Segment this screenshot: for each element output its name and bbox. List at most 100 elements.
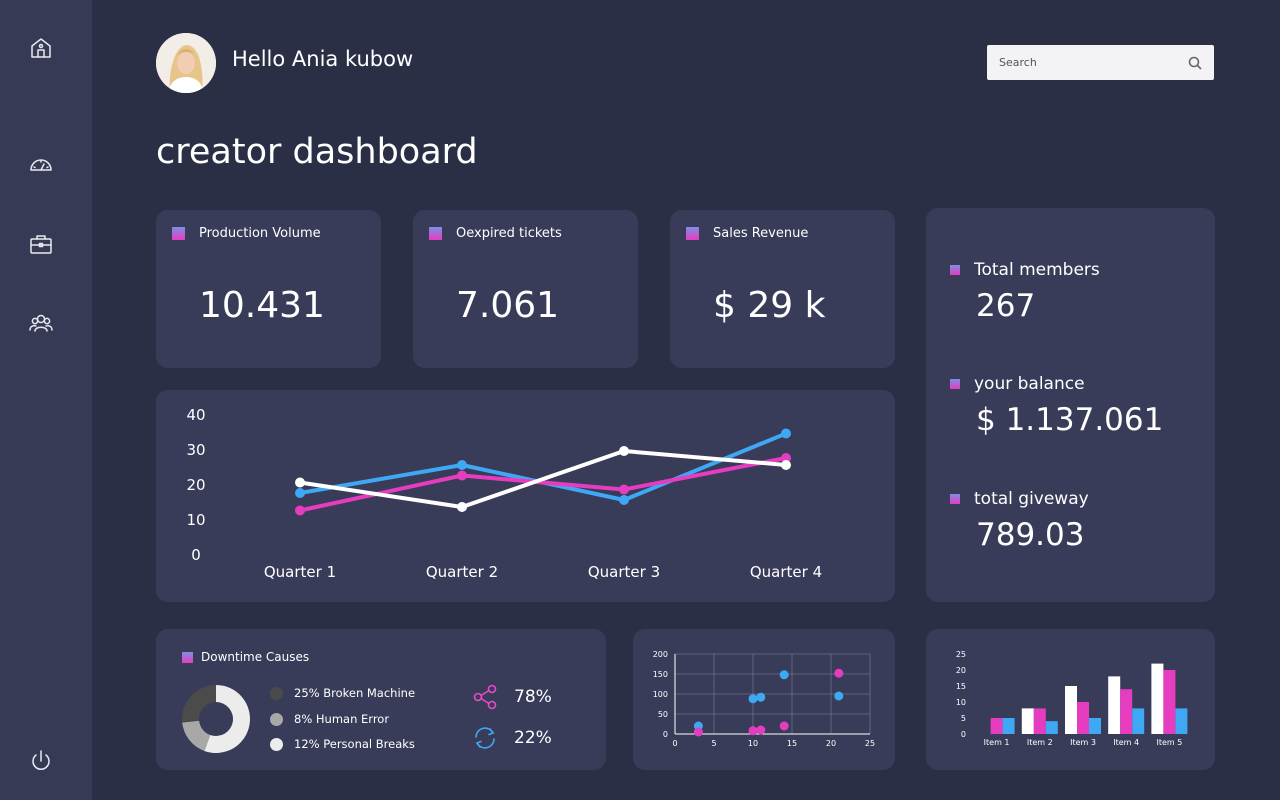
x-tick-label: Item 1	[984, 738, 1010, 747]
downtime-title: Downtime Causes	[201, 650, 310, 664]
legend-square-icon	[950, 494, 960, 504]
x-tick-label: 10	[748, 739, 758, 748]
x-tick-label: Item 2	[1027, 738, 1053, 747]
legend-dot	[270, 686, 283, 700]
line-point	[295, 505, 305, 516]
stat-label: Oexpired tickets	[456, 226, 562, 241]
home-icon[interactable]	[26, 33, 56, 63]
y-tick-label: 0	[961, 730, 966, 739]
scatter-point	[693, 727, 703, 737]
bar	[990, 718, 1003, 734]
y-tick-label: 0	[663, 730, 668, 739]
bar	[1045, 721, 1058, 734]
bar-chart-card: 0 5 10 15 20 25 Item 1 Item 2 Item 3 Item 4 Item 5	[926, 629, 1215, 770]
scatter-point	[779, 721, 789, 731]
metric-value: 78%	[514, 687, 552, 707]
page-title: creator dashboard	[156, 132, 478, 172]
line-point	[457, 460, 467, 470]
legend-item: 8% Human Error	[270, 712, 389, 726]
briefcase-icon[interactable]	[26, 229, 56, 259]
stat-label: Sales Revenue	[713, 226, 809, 241]
share-icon[interactable]	[472, 684, 498, 710]
scatter-chart: 0 5 10 15 20 25 0 50 100 150 200	[653, 650, 875, 748]
bar	[1089, 718, 1101, 734]
legend-item: 25% Broken Machine	[270, 686, 415, 700]
power-icon[interactable]	[26, 746, 56, 776]
y-tick-label: 100	[653, 690, 668, 699]
x-tick-label: 20	[826, 739, 836, 748]
downtime-card: Downtime Causes 25% Broken Machine 8% Hu…	[156, 629, 606, 770]
donut-slice	[182, 720, 211, 751]
summary-value: $ 1.137.061	[976, 402, 1164, 438]
speedometer-icon[interactable]	[26, 150, 56, 180]
line-series	[299, 456, 787, 513]
summary-panel: Total members 267 your balance $ 1.137.0…	[926, 208, 1215, 602]
y-tick-label: 150	[653, 670, 668, 679]
scatter-point	[756, 725, 766, 735]
legend-square-icon	[172, 227, 185, 240]
line-point	[457, 470, 467, 481]
bar	[1175, 708, 1188, 734]
bar-chart: 0 5 10 15 20 25 Item 1 Item 2 Item 3 Item 4 Item 5	[956, 650, 1188, 747]
stat-card-sales-revenue[interactable]: Sales Revenue $ 29 k	[670, 210, 895, 368]
y-tick-label: 50	[658, 710, 668, 719]
legend-square-icon	[950, 265, 960, 275]
summary-value: 267	[976, 288, 1036, 324]
stat-card-production-volume[interactable]: Production Volume 10.431	[156, 210, 381, 368]
bar	[1077, 702, 1089, 734]
line-point	[619, 495, 629, 505]
line-point	[781, 460, 791, 470]
legend-label: 12% Personal Breaks	[294, 737, 415, 751]
bar	[1120, 689, 1133, 734]
bar	[1065, 686, 1077, 734]
line-point	[457, 502, 467, 512]
scatter-point	[834, 668, 844, 678]
refresh-icon[interactable]	[472, 725, 498, 751]
x-tick-label: 5	[711, 739, 716, 748]
y-tick-label: 25	[956, 650, 966, 659]
scatter-point	[756, 692, 766, 702]
summary-total-members: Total members 267	[950, 260, 1100, 324]
legend-square-icon	[429, 227, 442, 240]
x-tick-label: Item 5	[1156, 738, 1182, 747]
stat-card-expired-tickets[interactable]: Oexpired tickets 7.061	[413, 210, 638, 368]
legend-square-icon	[182, 651, 193, 663]
search-box[interactable]	[987, 45, 1214, 80]
metric-share: 78%	[472, 684, 552, 710]
stat-value: $ 29 k	[713, 285, 826, 326]
stat-value: 10.431	[199, 285, 325, 326]
y-tick-label: 10	[956, 698, 966, 707]
search-icon[interactable]	[1188, 56, 1202, 70]
summary-value: 789.03	[976, 517, 1085, 553]
line-point	[295, 488, 305, 498]
summary-balance: your balance $ 1.137.061	[950, 374, 1164, 438]
line-point	[619, 484, 629, 495]
x-tick-label: 0	[672, 739, 677, 748]
line-point	[619, 446, 629, 456]
line-chart-card: 40 30 20 10 0 Quarter 1 Quarter 2 Quarte…	[156, 390, 895, 602]
sidebar	[0, 0, 92, 800]
legend-dot	[270, 712, 283, 726]
summary-total-giveway: total giveway 789.03	[950, 489, 1089, 553]
summary-label: your balance	[974, 374, 1085, 394]
users-icon[interactable]	[26, 308, 56, 338]
y-tick-label: 5	[961, 714, 966, 723]
donut-slice	[182, 685, 216, 723]
x-tick-label: 15	[787, 739, 797, 748]
scatter-point	[779, 670, 789, 680]
legend-square-icon	[686, 227, 699, 240]
line-point	[295, 477, 305, 488]
legend-item: 12% Personal Breaks	[270, 737, 415, 751]
bar	[1132, 708, 1145, 734]
bar	[1002, 718, 1015, 734]
y-tick-label: 200	[653, 650, 668, 659]
bar	[1021, 708, 1034, 734]
stat-label: Production Volume	[199, 226, 321, 241]
line-chart	[295, 428, 791, 516]
line-series	[299, 431, 787, 502]
scatter-point	[748, 726, 758, 736]
avatar[interactable]	[156, 33, 216, 93]
stat-value: 7.061	[456, 285, 560, 326]
x-tick-label: Item 4	[1113, 738, 1139, 747]
search-input[interactable]	[999, 56, 1188, 69]
